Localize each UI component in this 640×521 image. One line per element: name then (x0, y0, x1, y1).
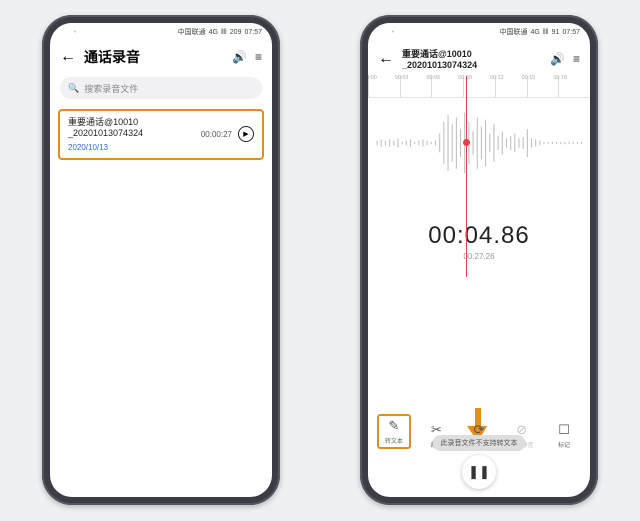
status-signal: ‖‖ (221, 29, 227, 36)
status-time: 07:57 (244, 29, 262, 36)
app-header: ← 重要通话@10010 _20201013074324 🔊 ≡ (368, 41, 590, 74)
status-carrier: 中国联通 (500, 27, 528, 37)
recording-name-line2: _20201013074324 (68, 128, 201, 139)
playback-timer: 00:04.86 00:27.26 (368, 222, 590, 261)
ruler-tick: 00:00 (368, 75, 377, 81)
toast-message: 此录音文件不支持转文本 (432, 435, 525, 451)
status-battery: 91 (552, 29, 560, 36)
status-network: 4G (209, 29, 218, 36)
phone-frame-right: • 中国联通 4G ‖‖ 91 07:57 ← 重要通话@10010 _2020… (360, 15, 598, 505)
speaker-icon[interactable]: 🔊 (550, 52, 565, 66)
back-icon[interactable]: ← (60, 49, 76, 65)
title-line1: 重要通话@10010 (402, 47, 542, 60)
ruler-tick: 00:12 (490, 75, 504, 81)
bookmark-icon: ☐ (558, 422, 570, 438)
ruler-tick: 00:06 (426, 75, 440, 81)
recording-date: 2020/10/13 (68, 143, 201, 152)
status-signal: ‖‖ (543, 29, 549, 36)
menu-icon[interactable]: ≡ (255, 51, 262, 63)
ruler-tick: 00:03 (395, 75, 409, 81)
speaker-icon[interactable]: 🔊 (232, 50, 247, 64)
playhead-dot[interactable] (463, 139, 470, 146)
search-icon: 🔍 (68, 83, 79, 94)
waveform[interactable] (368, 98, 590, 188)
play-icon[interactable]: ▶ (238, 126, 254, 142)
app-header: ← 通话录音 🔊 ≡ (50, 41, 272, 71)
total-time: 00:27.26 (368, 252, 590, 261)
bottom-controls: ✎ 转文本 ✂ 裁剪 ⟳ 倍速 ⊘ 跳过静音 ☐ 标记 (368, 414, 590, 489)
ruler-tick: 00:18 (553, 75, 567, 81)
status-bar: • 中国联通 4G ‖‖ 209 07:57 (50, 23, 272, 41)
page-title: 通话录音 (84, 47, 224, 67)
status-carrier: 中国联通 (178, 27, 206, 37)
recording-item[interactable]: 重要通话@10010 _20201013074324 2020/10/13 00… (58, 109, 264, 160)
phone-frame-left: • 中国联通 4G ‖‖ 209 07:57 ← 通话录音 🔊 ≡ 🔍 搜索录音… (42, 15, 280, 505)
search-placeholder: 搜索录音文件 (84, 82, 138, 95)
tool-bookmark[interactable]: ☐ 标记 (547, 422, 581, 449)
pause-button[interactable]: ❚❚ (462, 455, 496, 489)
page-title: 重要通话@10010 _20201013074324 (402, 47, 542, 70)
toolbar: ✎ 转文本 ✂ 裁剪 ⟳ 倍速 ⊘ 跳过静音 ☐ 标记 (377, 414, 581, 449)
recording-name-line1: 重要通话@10010 (68, 117, 201, 128)
status-time: 07:57 (562, 29, 580, 36)
title-line2: _20201013074324 (402, 60, 542, 70)
recording-duration: 00:00:27 (201, 130, 232, 139)
transcribe-icon: ✎ (388, 418, 399, 434)
tool-label: 标记 (558, 440, 570, 449)
pause-icon: ❚❚ (468, 464, 490, 480)
back-icon[interactable]: ← (378, 51, 394, 67)
ruler-tick: 00:15 (522, 75, 536, 81)
menu-icon[interactable]: ≡ (573, 53, 580, 65)
search-input[interactable]: 🔍 搜索录音文件 (60, 77, 262, 99)
status-battery: 209 (230, 29, 242, 36)
elapsed-time: 00:04.86 (368, 222, 590, 250)
tool-label: 转文本 (385, 436, 403, 445)
tool-transcribe[interactable]: ✎ 转文本 (377, 414, 411, 449)
screen-right: • 中国联通 4G ‖‖ 91 07:57 ← 重要通话@10010 _2020… (368, 23, 590, 497)
status-bar: • 中国联通 4G ‖‖ 91 07:57 (368, 23, 590, 41)
screen-left: • 中国联通 4G ‖‖ 209 07:57 ← 通话录音 🔊 ≡ 🔍 搜索录音… (50, 23, 272, 497)
time-ruler[interactable]: 00:00 00:03 00:06 00:09 00:12 00:15 00:1… (368, 76, 590, 98)
status-network: 4G (531, 29, 540, 36)
recording-info: 重要通话@10010 _20201013074324 2020/10/13 (68, 117, 201, 152)
